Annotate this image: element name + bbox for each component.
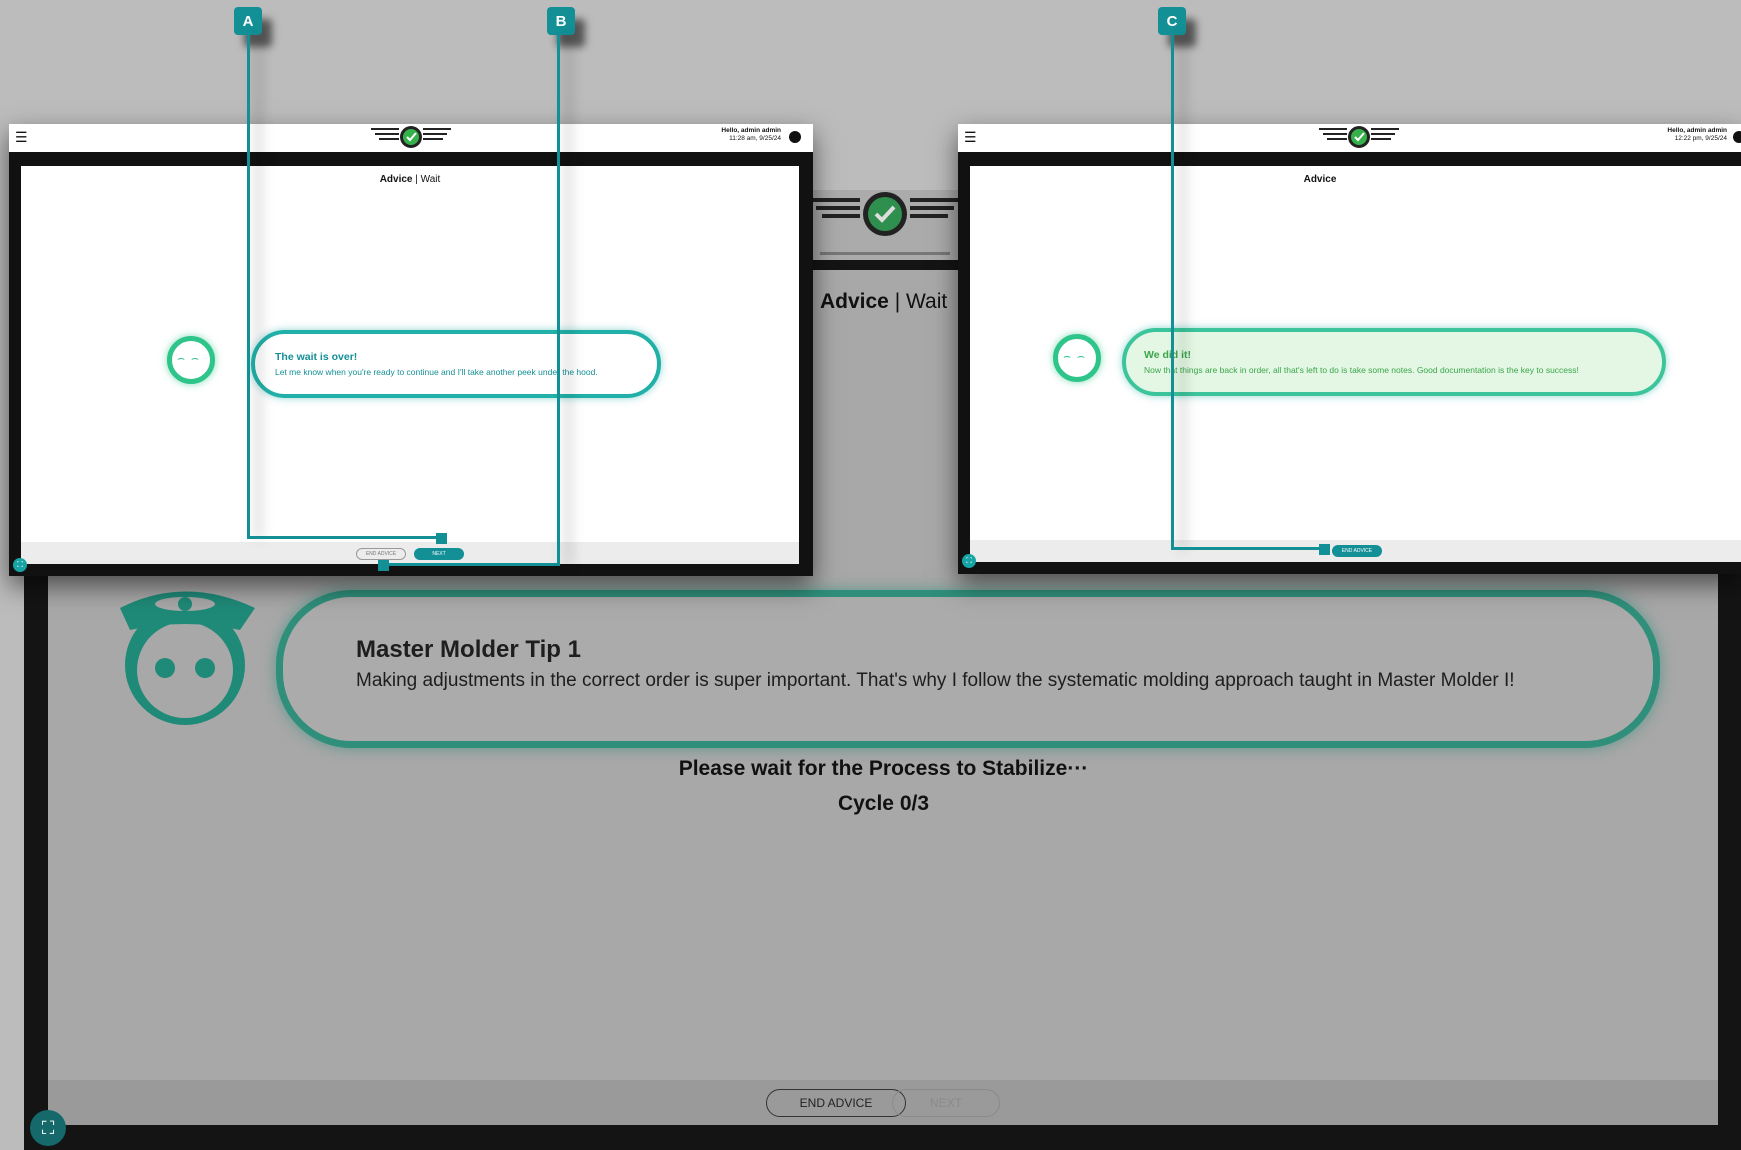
callout-c-leader (1171, 547, 1325, 550)
end-advice-button[interactable]: END ADVICE (766, 1089, 906, 1117)
background-tip-bubble (276, 590, 1660, 748)
advice-content-area: Advice ⌢⌢ We did it! Now that things are… (970, 166, 1741, 562)
winged-checkmark-logo-icon (1319, 126, 1399, 148)
master-molder-mascot-icon (120, 591, 255, 725)
user-greeting: Hello, admin admin 12:22 pm, 9/25/24 (1667, 127, 1727, 142)
panel-footer (21, 542, 799, 564)
hamburger-menu-icon[interactable]: ☰ (964, 129, 977, 146)
callout-b-marker (378, 560, 389, 571)
advisor-face-icon: ⌢⌢ (167, 336, 215, 384)
callout-c-line (1171, 35, 1174, 550)
callout-a: A (234, 7, 262, 35)
callout-b-leader (383, 563, 560, 566)
advice-bubble (251, 330, 661, 398)
callout-a-leader (247, 536, 441, 539)
expand-fullscreen-icon[interactable]: ⛶ (30, 1110, 66, 1146)
top-bar: ☰ Hello, admin admin 11:28 am, 9/25/24 (9, 124, 813, 152)
success-bubble (1122, 328, 1666, 396)
callout-b: B (547, 7, 575, 35)
tip-title: Master Molder Tip 1 (356, 636, 581, 663)
bubble-text: Now that things are back in order, all t… (1144, 365, 1579, 375)
callout-a-marker (436, 533, 447, 544)
callout-c: C (1158, 7, 1186, 35)
next-button[interactable]: NEXT (892, 1089, 1000, 1117)
page-title: Advice | Wait (379, 174, 441, 185)
callout-b-line (557, 35, 560, 566)
background-header-divider (820, 252, 950, 255)
wait-status-text: Please wait for the Process to Stabilize… (678, 757, 1089, 780)
advisor-face-icon: ⌢⌢ (1053, 334, 1101, 382)
hamburger-menu-icon[interactable]: ☰ (15, 129, 28, 146)
left-screenshot-panel: ☰ Hello, admin admin 11:28 am, 9/25/24 Ad… (9, 124, 813, 576)
bubble-title: The wait is over! (275, 351, 358, 363)
tip-text: Making adjustments in the correct order … (356, 670, 1515, 691)
top-bar: ☰ Hello, admin admin 12:22 pm, 9/25/24 (958, 124, 1741, 152)
callout-c-marker (1319, 544, 1330, 555)
next-button[interactable]: NEXT (414, 548, 464, 560)
cycle-counter: Cycle 0/3 (837, 792, 930, 815)
end-advice-button[interactable]: END ADVICE (356, 548, 406, 560)
bubble-title: We did it! (1144, 349, 1192, 361)
user-greeting: Hello, admin admin 11:28 am, 9/25/24 (721, 127, 781, 142)
right-screenshot-panel: ☰ Hello, admin admin 12:22 pm, 9/25/24 Ad… (958, 124, 1741, 574)
winged-checkmark-logo-icon (810, 192, 960, 236)
advice-content-area: Advice | Wait ⌢⌢ The wait is over! Let m… (21, 166, 799, 564)
expand-fullscreen-icon[interactable]: ⛶ (962, 554, 976, 568)
callout-a-line (247, 35, 250, 539)
page-title: Advice (1303, 174, 1337, 185)
user-account-icon[interactable] (789, 131, 801, 143)
end-advice-button[interactable]: END ADVICE (1332, 545, 1382, 557)
bubble-text: Let me know when you're ready to continu… (275, 367, 598, 377)
expand-fullscreen-icon[interactable]: ⛶ (13, 558, 27, 572)
user-account-icon[interactable] (1733, 131, 1741, 143)
background-page-title: Advice | Wait (820, 290, 948, 313)
winged-checkmark-logo-icon (371, 126, 451, 148)
